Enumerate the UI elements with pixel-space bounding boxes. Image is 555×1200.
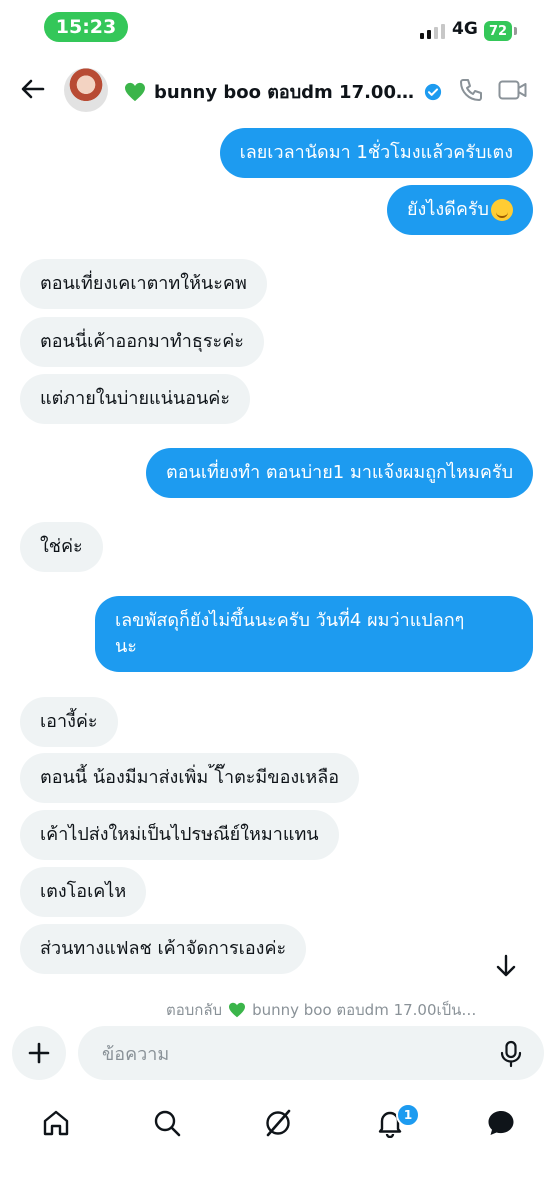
message-text: ใช่ค่ะ [40,536,83,557]
grok-icon[interactable] [263,1108,293,1138]
message-bubble-incoming[interactable]: ตอนนี่เค้าออกมาทำธุระค่ะ [20,317,264,367]
video-call-icon[interactable] [498,78,528,102]
reply-prefix: ตอบกลับ [166,1001,223,1019]
back-arrow-icon[interactable] [18,74,48,104]
message-text: ตอนเที่ยงเคเาตาทให้นะคพ [40,273,247,294]
green-heart-icon [229,1002,246,1018]
reply-name: bunny boo ตอบdm 17.00เป็น… [252,1001,477,1019]
message-bubble-incoming[interactable]: เค้าไปส่งใหม่เป็นไปรษณีย์ใหมาแทน [20,810,339,860]
conversation-header[interactable]: bunny boo ตอบdm 17.00เป็นต้นไป [124,77,442,106]
message-bubble-incoming[interactable]: เอางี้ค่ะ [20,697,118,747]
cellular-signal-icon [420,24,445,39]
home-icon[interactable] [41,1108,71,1138]
message-bubble-incoming[interactable]: ส่วนทางแฟลช เค้าจัดการเองค่ะ [20,924,307,974]
scroll-to-bottom-arrow-icon[interactable] [492,952,520,980]
message-text: เลขพัสดุก็ยังไม่ขึ้นนะครับ วันที่4 ผมว่า… [115,610,465,631]
green-heart-icon [125,82,145,101]
message-bubble-incoming[interactable]: เตงโอเคไห [20,867,147,917]
message-text: เลยเวลานัดมา 1ชั่วโมงแล้วครับเตง [239,142,513,163]
microphone-icon[interactable] [498,1040,524,1068]
message-bubble-outgoing[interactable]: เลยเวลานัดมา 1ชั่วโมงแล้วครับเตง [219,128,533,178]
message-bubble-outgoing[interactable]: ตอนเที่ยงทำ ตอนบ่าย1 มาแจ้งผมถูกไหมครับ [146,448,533,498]
message-text: ตอนนี้ น้องมีมาส่งเพิ่ม ้โ๊าตะมีของเหลือ [40,767,340,788]
message-bubble-incoming[interactable]: ตอนเที่ยงเคเาตาทให้นะคพ [20,259,267,309]
verified-badge-icon [424,83,442,100]
message-bubble-outgoing[interactable]: เลขพัสดุก็ยังไม่ขึ้นนะครับ วันที่4 ผมว่า… [95,596,533,672]
battery-level: 72 [484,21,512,41]
message-text: เอางี้ค่ะ [40,711,98,732]
message-text: ส่วนทางแฟลช เค้าจัดการเองค่ะ [40,938,287,959]
reply-to-indicator[interactable]: ตอบกลับ bunny boo ตอบdm 17.00เป็น… [166,998,516,1022]
message-bubble-incoming[interactable]: ใช่ค่ะ [20,522,103,572]
message-input[interactable]: ข้อความ [78,1026,544,1080]
message-text: ยังไงดีครับ [406,199,489,220]
phone-call-icon[interactable] [458,77,484,103]
messages-icon[interactable] [486,1108,516,1138]
message-bubble-incoming[interactable]: ตอนนี้ น้องมีมาส่งเพิ่ม ้โ๊าตะมีของเหลือ [20,753,360,803]
thinking-face-emoji-icon [491,199,513,221]
search-icon[interactable] [152,1108,182,1138]
message-text-line2: นะ [115,636,137,657]
message-text: ตอนเที่ยงทำ ตอนบ่าย1 มาแจ้งผมถูกไหมครับ [166,462,513,483]
message-bubble-incoming[interactable]: แต่ภายในบ่ายแน่นอนค่ะ [20,374,251,424]
message-text: เตงโอเคไห [40,881,127,902]
conversation-title: bunny boo ตอบdm 17.00เป็นต้นไป [154,82,416,103]
avatar[interactable] [64,68,108,112]
message-input-placeholder: ข้อความ [102,1043,170,1065]
add-media-button[interactable] [12,1026,66,1080]
plus-icon [28,1042,50,1064]
message-bubble-outgoing[interactable]: ยังไงดีครับ [386,185,533,235]
message-text: เค้าไปส่งใหม่เป็นไปรษณีย์ใหมาแทน [40,824,319,845]
battery-tip [514,27,517,35]
status-time: 15:23 [44,12,128,42]
message-text: แต่ภายในบ่ายแน่นอนค่ะ [40,388,231,409]
message-text: ตอนนี่เค้าออกมาทำธุระค่ะ [40,331,244,352]
network-type: 4G [452,19,478,39]
notification-badge: 1 [396,1103,420,1127]
